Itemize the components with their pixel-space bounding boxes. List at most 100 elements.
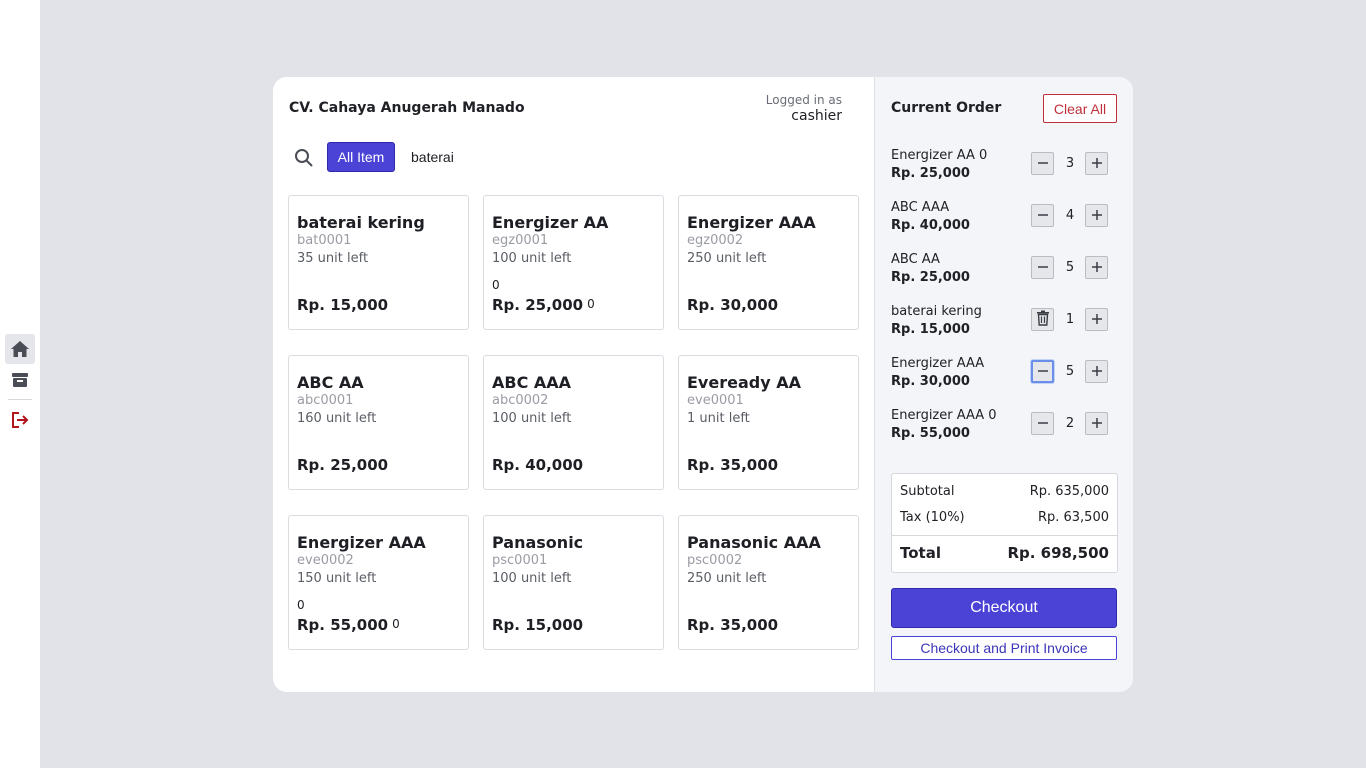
product-name: Panasonic AAA [687,533,821,552]
product-price-row: Rp. 55,000 0 [297,616,400,634]
product-stock: 250 unit left [687,571,767,586]
decrease-qty-button[interactable] [1031,152,1054,175]
plus-icon [1091,154,1103,173]
product-name: ABC AA [297,373,364,392]
search-input[interactable] [405,145,605,169]
increase-qty-button[interactable] [1085,204,1108,227]
product-code: abc0001 [297,393,354,408]
order-line-name: Energizer AAA 0 [891,408,997,423]
product-card[interactable]: Energizer AAA egz0002 250 unit left Rp. … [678,195,859,330]
product-code: psc0001 [492,553,548,568]
product-card[interactable]: baterai kering bat0001 35 unit left Rp. … [288,195,469,330]
increase-qty-button[interactable] [1085,308,1108,331]
product-code: egz0001 [492,233,549,248]
order-title: Current Order [891,100,1002,116]
product-card[interactable]: Eveready AA eve0001 1 unit left Rp. 35,0… [678,355,859,490]
minus-icon [1037,362,1049,381]
order-line: Energizer AAA 0 Rp. 55,000 2 [891,408,1117,448]
decrease-qty-button[interactable] [1031,412,1054,435]
trash-icon [1036,310,1050,330]
product-card[interactable]: Panasonic AAA psc0002 250 unit left Rp. … [678,515,859,650]
product-name: Panasonic [492,533,584,552]
clear-all-button[interactable]: Clear All [1043,94,1117,123]
increase-qty-button[interactable] [1085,412,1108,435]
tax-value: Rp. 63,500 [1037,510,1109,525]
product-price: Rp. 30,000 [687,296,779,314]
checkout-print-invoice-button[interactable]: Checkout and Print Invoice [891,636,1117,660]
decrease-qty-button[interactable] [1031,256,1054,279]
product-name: Eveready AA [687,373,801,392]
order-line: ABC AA Rp. 25,000 5 [891,252,1117,292]
product-price-row: Rp. 35,000 [687,456,782,474]
product-panel: CV. Cahaya Anugerah Manado Logged in as … [273,77,874,692]
plus-icon [1091,414,1103,433]
product-name: Energizer AAA [687,213,816,232]
product-price-row: Rp. 15,000 [297,296,392,314]
remove-item-button[interactable] [1031,308,1054,331]
login-user: cashier [791,108,842,124]
product-name: baterai kering [297,213,425,232]
order-line-name: ABC AAA [891,200,950,215]
product-price-row: Rp. 25,000 0 [492,296,595,314]
order-line-qty: 1 [1065,312,1075,327]
order-line-name: Energizer AAA [891,356,985,371]
checkout-button[interactable]: Checkout [891,588,1117,628]
sidebar-item-inventory[interactable] [5,365,35,395]
sidebar-item-home[interactable] [5,334,35,364]
product-code: egz0002 [687,233,744,248]
plus-icon [1091,310,1103,329]
product-code: eve0001 [687,393,744,408]
order-summary: Subtotal Rp. 635,000 Tax (10%) Rp. 63,50… [891,473,1118,573]
archive-box-icon [11,372,29,388]
order-panel: Current Order Clear All Energizer AA 0 R… [874,77,1133,692]
plus-icon [1091,362,1103,381]
order-line-qty: 4 [1065,208,1075,223]
product-stock: 100 unit left [492,251,572,266]
product-price-row: Rp. 15,000 [492,616,587,634]
login-caption: Logged in as [765,93,842,107]
total-row: Total Rp. 698,500 [900,544,1109,562]
total-value: Rp. 698,500 [1007,544,1109,562]
product-card[interactable]: Energizer AA egz0001 100 unit left 0 Rp.… [483,195,664,330]
minus-icon [1037,258,1049,277]
order-line: Energizer AAA Rp. 30,000 5 [891,356,1117,396]
increase-qty-button[interactable] [1085,256,1108,279]
product-stock: 150 unit left [297,571,377,586]
product-price: Rp. 15,000 [492,616,584,634]
order-line-qty: 5 [1065,364,1075,379]
product-price: Rp. 55,000 [297,616,389,634]
summary-divider [892,535,1117,536]
order-line-name: ABC AA [891,252,940,267]
product-code: eve0002 [297,553,354,568]
sidebar-divider [8,399,32,400]
product-name: ABC AAA [492,373,572,392]
product-code: bat0001 [297,233,352,248]
sidebar-rail [0,0,40,768]
order-line-qty: 3 [1065,156,1075,171]
filter-all-items-button[interactable]: All Item [327,142,395,172]
sidebar-item-logout[interactable] [5,405,35,435]
product-price-suffix: 0 [587,297,595,311]
search-icon[interactable] [294,148,314,168]
order-line-price: Rp. 25,000 [891,166,970,181]
product-price-suffix: 0 [392,617,400,631]
total-label: Total [900,544,941,562]
order-line: ABC AAA Rp. 40,000 4 [891,200,1117,240]
home-icon [10,340,30,358]
product-card[interactable]: Energizer AAA eve0002 150 unit left 0 Rp… [288,515,469,650]
decrease-qty-button[interactable] [1031,360,1054,383]
product-card[interactable]: ABC AA abc0001 160 unit left Rp. 25,000 [288,355,469,490]
store-name: CV. Cahaya Anugerah Manado [289,100,525,116]
product-card[interactable]: ABC AAA abc0002 100 unit left Rp. 40,000 [483,355,664,490]
product-stock: 100 unit left [492,571,572,586]
product-code: abc0002 [492,393,549,408]
increase-qty-button[interactable] [1085,152,1108,175]
increase-qty-button[interactable] [1085,360,1108,383]
product-stock: 250 unit left [687,251,767,266]
minus-icon [1037,154,1049,173]
product-card[interactable]: Panasonic psc0001 100 unit left Rp. 15,0… [483,515,664,650]
order-line-price: Rp. 30,000 [891,374,970,389]
product-price: Rp. 40,000 [492,456,584,474]
decrease-qty-button[interactable] [1031,204,1054,227]
product-price: Rp. 25,000 [297,456,389,474]
